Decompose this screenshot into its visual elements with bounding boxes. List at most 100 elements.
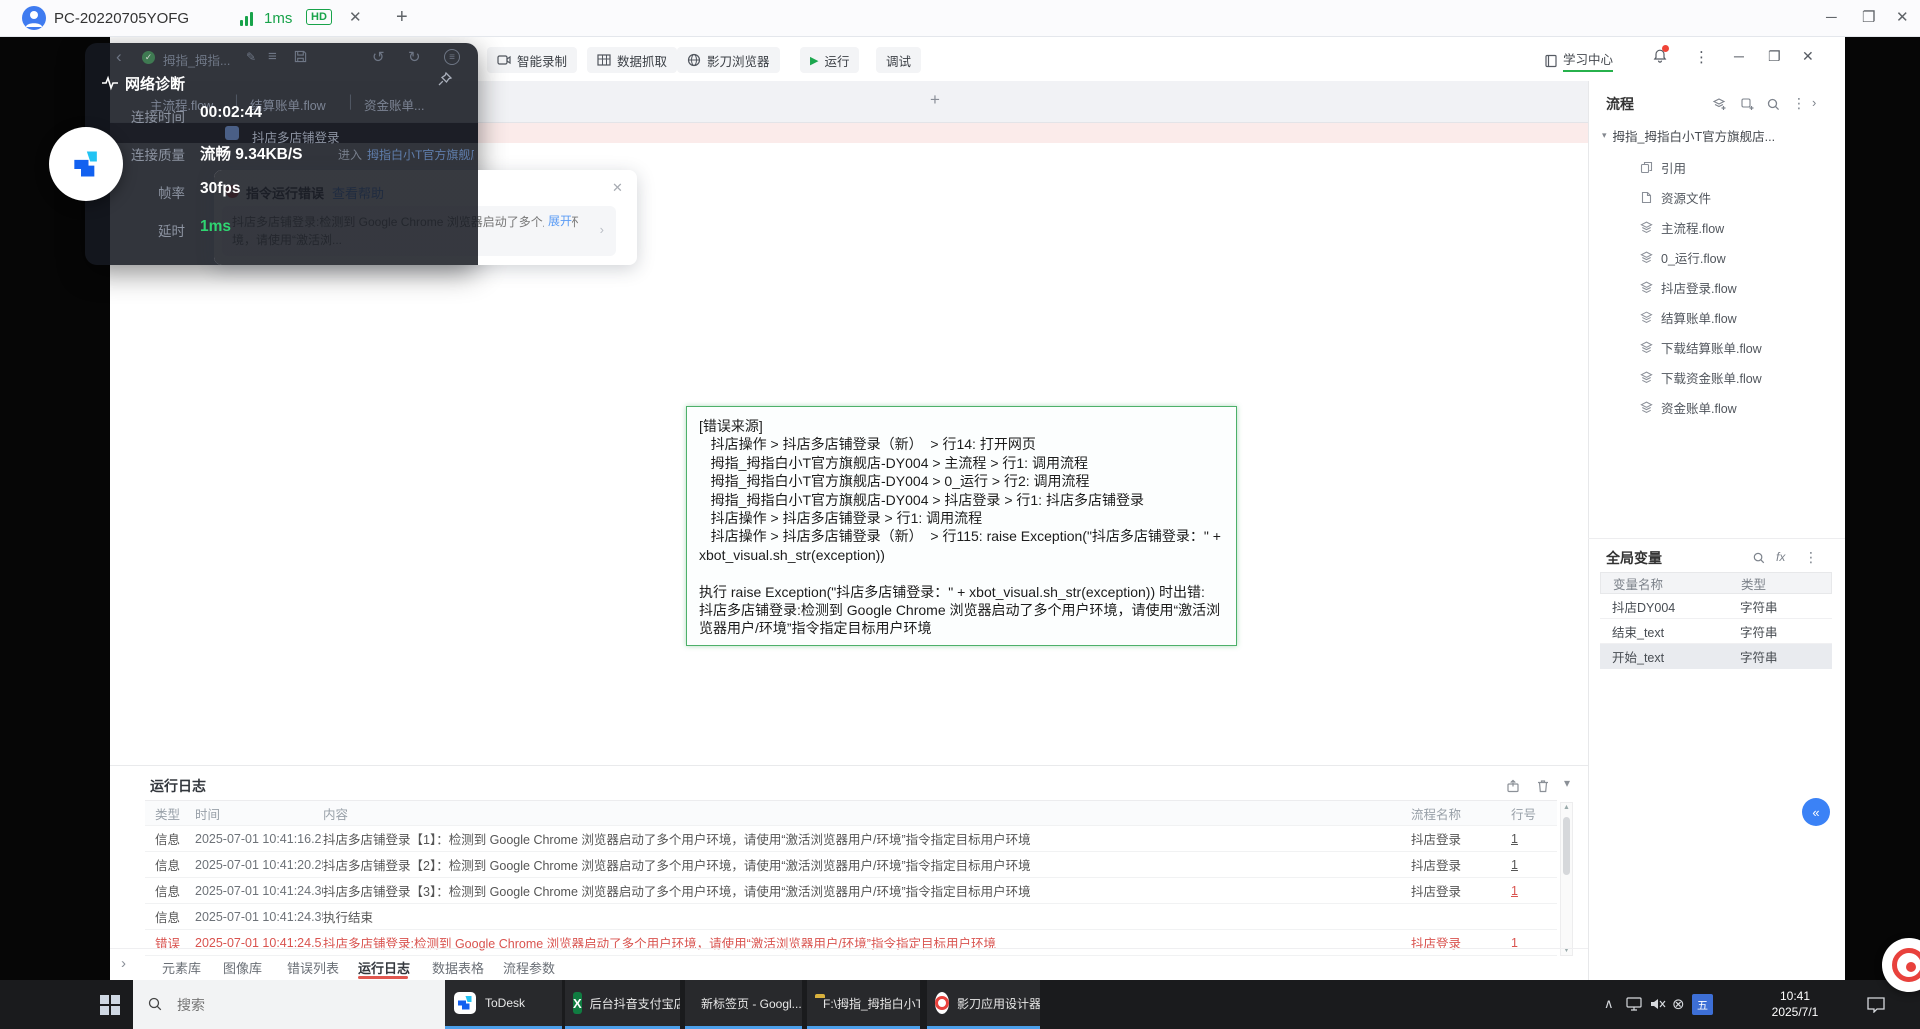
log-collapse-icon[interactable]: ▾ <box>1564 776 1570 790</box>
log-type: 信息 <box>155 911 181 925</box>
todesk-floating-ball[interactable] <box>49 127 123 201</box>
pin-icon[interactable] <box>437 71 453 87</box>
ime-indicator[interactable]: 五 <box>1692 994 1713 1015</box>
toast-chevron-icon[interactable]: › <box>600 221 604 239</box>
data-scrape-button[interactable]: 数据抓取 <box>587 47 678 73</box>
sidebar-item-resources[interactable]: 资源文件 <box>1640 188 1835 207</box>
taskbar-item-yingdao[interactable]: 影刀应用设计器 (P... <box>927 980 1040 1029</box>
new-session-plus-icon[interactable]: + <box>396 7 408 27</box>
tab-data-table[interactable]: 数据表格 <box>432 958 484 977</box>
sidebar-item-0-run[interactable]: 0_运行.flow <box>1640 248 1835 267</box>
debug-button[interactable]: 调试 <box>876 47 922 73</box>
add-flow-icon[interactable] <box>1712 97 1727 112</box>
signal-bars-icon <box>240 11 255 26</box>
add-group-icon[interactable] <box>1740 97 1755 112</box>
flow-tree-root[interactable]: ▾ 拇指_拇指白小T官方旗舰店... <box>1602 126 1775 145</box>
taskbar-item-label: 新标签页 - Googl... <box>701 996 802 1011</box>
log-scrollbar[interactable]: ▲ ▼ <box>1560 802 1573 956</box>
collapse-fab[interactable]: « <box>1802 798 1830 826</box>
flow-collapse-icon[interactable]: › <box>1812 95 1816 110</box>
log-line-link[interactable]: 1 <box>1511 858 1557 872</box>
log-row[interactable]: 信息 2025-07-01 10:41:24.355 执行结束 <box>145 904 1557 930</box>
log-flow: 抖店登录 <box>1411 859 1462 873</box>
taskbar-item-chrome[interactable]: 新标签页 - Googl... <box>685 980 802 1029</box>
col-line: 行号 <box>1511 807 1537 822</box>
toast-expand-link[interactable]: 展开 <box>543 212 572 230</box>
notification-center-icon[interactable] <box>1866 996 1886 1013</box>
window-close-button[interactable]: ✕ <box>1896 10 1909 25</box>
tab-run-log-active[interactable]: 运行日志 <box>358 958 410 977</box>
learn-center-button[interactable]: 学习中心 <box>1544 49 1614 72</box>
session-close-icon[interactable]: ✕ <box>349 10 362 25</box>
start-button[interactable] <box>100 995 120 1015</box>
window-minimize-button[interactable]: ─ <box>1826 10 1837 25</box>
item-label: 下载资金账单.flow <box>1661 372 1762 386</box>
var-row[interactable]: 结束_text 字符串 <box>1600 619 1832 644</box>
add-variable-fx-icon[interactable]: fx <box>1776 550 1785 564</box>
toast-close-icon[interactable]: ✕ <box>612 180 623 196</box>
tray-circle-x-icon[interactable]: ⊗ <box>1672 995 1685 1013</box>
flow-search-icon[interactable] <box>1766 97 1781 112</box>
taskbar-clock[interactable]: 10:41 2025/7/1 <box>1750 988 1840 1020</box>
sidebar-item-settle-bill[interactable]: 结算账单.flow <box>1640 308 1835 327</box>
sidebar-item-douyin-login[interactable]: 抖店登录.flow <box>1640 278 1835 297</box>
app-maximize-button[interactable]: ❐ <box>1768 48 1781 65</box>
log-table-header: 类型 时间 内容 流程名称 行号 <box>145 800 1557 826</box>
item-label: 资金账单.flow <box>1661 402 1737 416</box>
log-clear-trash-icon[interactable] <box>1536 779 1550 793</box>
vars-more-icon[interactable]: ⋮ <box>1804 549 1818 566</box>
tray-monitor-icon[interactable] <box>1626 997 1642 1011</box>
table-icon <box>597 54 611 66</box>
log-row[interactable]: 信息 2025-07-01 10:41:20.258 抖店多店铺登录【2】：检测… <box>145 852 1557 878</box>
log-row[interactable]: 信息 2025-07-01 10:41:16.219 抖店多店铺登录【1】：检测… <box>145 826 1557 852</box>
vars-panel-divider <box>1588 538 1845 539</box>
taskbar-item-excel[interactable]: X 后台抖音支付宝店... <box>565 980 680 1029</box>
app-close-button[interactable]: ✕ <box>1802 48 1814 65</box>
tray-expand-icon[interactable]: ∧ <box>1604 996 1614 1012</box>
col-flow: 流程名称 <box>1411 807 1462 822</box>
var-row-selected[interactable]: 开始_text 字符串 <box>1600 644 1832 669</box>
window-maximize-button[interactable]: ❐ <box>1862 10 1875 25</box>
var-row[interactable]: 抖店DY004 字符串 <box>1600 594 1832 619</box>
tab-flow-params[interactable]: 流程参数 <box>503 958 555 977</box>
taskbar-search-input[interactable] <box>133 980 448 1029</box>
app-minimize-button[interactable]: ─ <box>1734 48 1744 64</box>
app-more-menu-icon[interactable]: ⋮ <box>1694 48 1709 66</box>
copy-icon <box>1640 161 1653 174</box>
new-tab-plus-icon[interactable]: + <box>930 90 940 110</box>
log-row-error[interactable]: 错误 2025-07-01 10:41:24.513 抖店多店铺登录:检测到 G… <box>145 930 1557 956</box>
run-button[interactable]: ▶ 运行 <box>800 47 860 73</box>
scroll-thumb[interactable] <box>1563 817 1570 875</box>
book-icon <box>1545 54 1557 67</box>
error-source-box[interactable]: [错误来源] 抖店操作 > 抖店多店铺登录（新） > 行14: 打开网页 拇指_… <box>686 406 1237 646</box>
smart-record-button[interactable]: 智能录制 <box>487 47 578 73</box>
sidebar-item-reference[interactable]: 引用 <box>1640 158 1835 177</box>
panel-expand-icon[interactable]: › <box>121 955 126 972</box>
tab-image-library[interactable]: 图像库 <box>223 958 262 977</box>
tree-root-label: 拇指_拇指白小T官方旗舰店... <box>1612 130 1776 144</box>
log-line-link[interactable]: 1 <box>1511 884 1557 898</box>
taskbar-item-label: 后台抖音支付宝店... <box>589 996 680 1011</box>
sidebar-item-fund-bill[interactable]: 资金账单.flow <box>1640 398 1835 417</box>
tab-error-list[interactable]: 错误列表 <box>287 958 339 977</box>
sidebar-item-download-fund-bill[interactable]: 下载资金账单.flow <box>1640 368 1835 387</box>
yingdao-browser-button[interactable]: 影刀浏览器 <box>677 47 780 73</box>
log-row[interactable]: 信息 2025-07-01 10:41:24.301 抖店多店铺登录【3】：检测… <box>145 878 1557 904</box>
sidebar-item-download-settle-bill[interactable]: 下载结算账单.flow <box>1640 338 1835 357</box>
tray-volume-muted-icon[interactable] <box>1650 997 1666 1011</box>
hd-badge[interactable]: HD <box>306 9 332 25</box>
vars-search-icon[interactable] <box>1752 551 1766 565</box>
scroll-up-icon[interactable]: ▲ <box>1563 804 1570 811</box>
flow-stack-icon <box>1640 371 1653 383</box>
excel-icon: X <box>573 992 582 1014</box>
taskbar-item-todesk[interactable]: ToDesk <box>445 980 562 1029</box>
flow-more-icon[interactable]: ⋮ <box>1792 95 1806 112</box>
taskbar-item-folder[interactable]: F:\拇指_拇指白小T... <box>807 980 920 1029</box>
clock-time: 10:41 <box>1779 989 1811 1003</box>
tab-element-library[interactable]: 元素库 <box>162 958 201 977</box>
sidebar-item-main-flow[interactable]: 主流程.flow <box>1640 218 1835 237</box>
notifications-bell-icon[interactable] <box>1652 45 1669 64</box>
yingdao-browser-label: 影刀浏览器 <box>707 54 770 69</box>
log-export-icon[interactable] <box>1506 779 1520 793</box>
log-line-link[interactable]: 1 <box>1511 832 1557 846</box>
